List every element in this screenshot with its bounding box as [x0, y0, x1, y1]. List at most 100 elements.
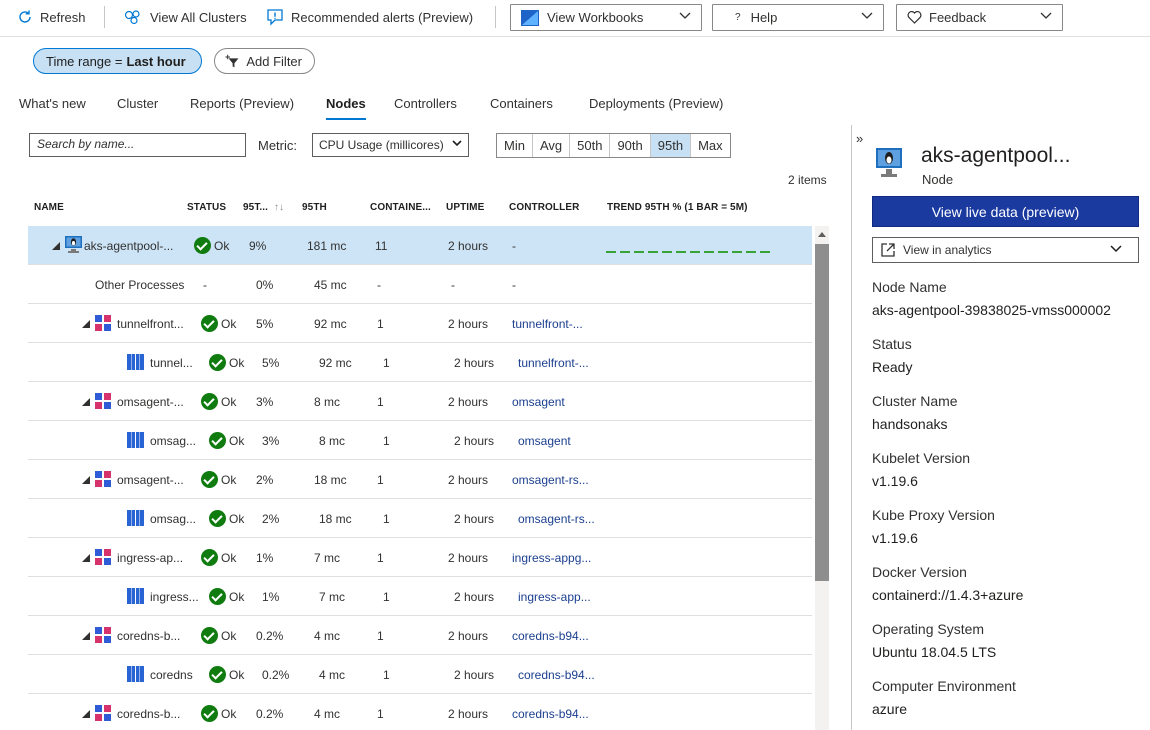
controller-link[interactable]: omsagent [512, 395, 565, 409]
expand-collapse-icon[interactable] [82, 320, 90, 328]
row-name: coredns-b... [117, 707, 181, 721]
column-header-uptime[interactable]: UPTIME [446, 202, 484, 213]
collapse-pane-button[interactable]: » [856, 131, 863, 146]
expand-collapse-icon[interactable] [82, 632, 90, 640]
trend-bar [732, 251, 742, 253]
controller-link[interactable]: ingress-app... [518, 590, 591, 604]
search-input[interactable]: Search by name... [29, 133, 246, 157]
row-name: ingress... [150, 590, 199, 604]
percentile-50th[interactable]: 50th [570, 134, 611, 157]
view-in-analytics-dropdown[interactable]: View in analytics [872, 237, 1139, 263]
container-row[interactable]: omsag... Ok 3% 8 mc 1 2 hours omsagent [28, 421, 812, 460]
column-header-95th-percent[interactable]: 95T... ↑↓ [243, 202, 284, 213]
property-value: v1.19.6 [872, 473, 918, 489]
feedback-dropdown[interactable]: Feedback [896, 4, 1063, 31]
expand-collapse-icon[interactable] [82, 710, 90, 718]
pane-divider [851, 125, 852, 730]
tab-deployments[interactable]: Deployments (Preview) [589, 96, 723, 111]
expand-collapse-icon[interactable] [82, 554, 90, 562]
controller-link[interactable]: omsagent-rs... [518, 512, 595, 526]
scrollbar-thumb[interactable] [815, 244, 829, 581]
containers-cell: 1 [383, 668, 390, 682]
ok-status-icon [209, 432, 226, 449]
grid-scrollbar[interactable] [815, 226, 829, 730]
add-filter-button[interactable]: Add Filter [214, 48, 315, 74]
column-header-95th[interactable]: 95TH [302, 202, 327, 213]
uptime-cell: 2 hours [448, 317, 489, 331]
expand-collapse-icon[interactable] [52, 242, 60, 250]
view-workbooks-dropdown[interactable]: View Workbooks [510, 4, 702, 31]
column-header-status[interactable]: STATUS [187, 202, 226, 213]
trend-bar [690, 251, 700, 253]
container-row[interactable]: ingress... Ok 1% 7 mc 1 2 hours ingress-app... [28, 577, 812, 616]
container-row[interactable]: omsag... Ok 2% 18 mc 1 2 hours omsagent-rs... [28, 499, 812, 538]
percentile-min[interactable]: Min [497, 134, 533, 157]
pod-row[interactable]: coredns-b... Ok 0.2% 4 mc 1 2 hours coredns-b9… [28, 694, 812, 730]
percentile-max[interactable]: Max [691, 134, 730, 157]
scroll-up-arrow-icon[interactable] [818, 232, 826, 237]
controller-link[interactable]: coredns-b94... [512, 629, 589, 643]
column-header-controller[interactable]: CONTROLLER [509, 202, 579, 213]
column-header-name[interactable]: NAME [34, 202, 64, 213]
status-text: Ok [229, 434, 245, 448]
view-all-clusters-button[interactable]: View All Clusters [123, 5, 247, 29]
container-icon [127, 354, 144, 370]
tab-controllers[interactable]: Controllers [394, 96, 457, 111]
column-header-containers[interactable]: CONTAINE... [370, 202, 431, 213]
percent-95th-cell: 0% [256, 278, 274, 292]
help-icon: ? [735, 12, 741, 23]
chevron-down-icon [679, 12, 691, 19]
view-live-data-button[interactable]: View live data (preview) [872, 196, 1139, 227]
expand-collapse-icon[interactable] [82, 398, 90, 406]
controller-link[interactable]: omsagent [518, 434, 571, 448]
percentile-90th[interactable]: 90th [610, 134, 651, 157]
ok-status-icon [194, 237, 211, 254]
node-row[interactable]: aks-agentpool-... Ok 9% 181 mc 11 2 hours - [28, 226, 812, 265]
chevron-down-icon [1040, 12, 1052, 19]
row-name: omsag... [150, 512, 197, 526]
tab-containers[interactable]: Containers [490, 96, 553, 111]
help-dropdown[interactable]: ? Help [712, 4, 884, 31]
controller-link[interactable]: coredns-b94... [518, 668, 595, 682]
pod-row[interactable]: omsagent-... Ok 2% 18 mc 1 2 hours omsagent-rs… [28, 460, 812, 499]
uptime-cell: 2 hours [448, 551, 489, 565]
controller-link[interactable]: tunnelfront-... [512, 317, 583, 331]
pod-row[interactable]: ingress-ap... Ok 1% 7 mc 1 2 hours ingress-app… [28, 538, 812, 577]
pod-row[interactable]: coredns-b... Ok 0.2% 4 mc 1 2 hours coredns-b9… [28, 616, 812, 655]
expand-collapse-icon[interactable] [82, 476, 90, 484]
status-text: Ok [221, 707, 237, 721]
refresh-button[interactable]: Refresh [17, 5, 86, 29]
recommended-alerts-button[interactable]: Recommended alerts (Preview) [266, 5, 473, 29]
tab-whats-new[interactable]: What's new [19, 96, 86, 111]
percent-95th-cell: 1% [256, 551, 274, 565]
time-range-filter[interactable]: Time range = Last hour [33, 48, 202, 74]
status-text: Ok [221, 629, 237, 643]
property-value: v1.19.6 [872, 530, 918, 546]
controller-link[interactable]: omsagent-rs... [512, 473, 589, 487]
tab-reports[interactable]: Reports (Preview) [190, 96, 294, 111]
pod-row[interactable]: tunnelfront... Ok 5% 92 mc 1 2 hours tunnelfro… [28, 304, 812, 343]
property-label: Cluster Name [872, 393, 958, 409]
help-label: Help [750, 10, 778, 25]
percentile-avg[interactable]: Avg [533, 134, 571, 157]
controller-link[interactable]: ingress-appg... [512, 551, 591, 565]
property-label: Status [872, 336, 912, 352]
container-row[interactable]: coredns Ok 0.2% 4 mc 1 2 hours coredns-b94... [28, 655, 812, 694]
uptime-cell: 2 hours [454, 590, 495, 604]
items-count: 2 items [788, 173, 827, 187]
pod-row[interactable]: omsagent-... Ok 3% 8 mc 1 2 hours omsagent [28, 382, 812, 421]
controller-link[interactable]: tunnelfront-... [518, 356, 589, 370]
column-header-trend[interactable]: TREND 95TH % (1 BAR = 5M) [607, 202, 748, 213]
table-row[interactable]: Other Processes - 0% 45 mc - - - [28, 265, 812, 304]
container-icon [127, 510, 144, 526]
metric-select[interactable]: CPU Usage (millicores) [312, 133, 469, 157]
container-row[interactable]: tunnel... Ok 5% 92 mc 1 2 hours tunnelfront-..… [28, 343, 812, 382]
trend-bar [746, 251, 756, 253]
tab-cluster[interactable]: Cluster [117, 96, 158, 111]
percentile-95th[interactable]: 95th [650, 134, 692, 157]
tab-nodes[interactable]: Nodes [326, 96, 366, 120]
value-95th-cell: 7 mc [319, 590, 346, 604]
pane-title: aks-agentpool... [921, 144, 1071, 167]
percent-95th-cell: 1% [262, 590, 280, 604]
controller-link[interactable]: coredns-b94... [512, 707, 589, 721]
